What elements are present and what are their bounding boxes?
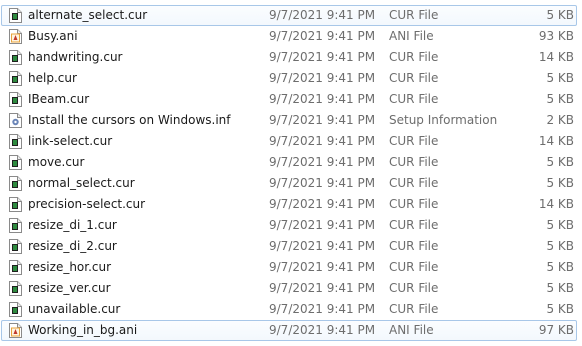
file-date-modified: 9/7/2021 9:41 PM	[269, 113, 376, 127]
file-row[interactable]: help.cur 9/7/2021 9:41 PM CUR File 5 KB	[1, 68, 577, 89]
cursor-file-icon	[9, 197, 22, 212]
file-row[interactable]: precision-select.cur 9/7/2021 9:41 PM CUR …	[1, 194, 577, 215]
file-date-modified: 9/7/2021 9:41 PM	[269, 218, 376, 232]
cursor-file-icon	[9, 239, 22, 254]
file-size: 5 KB	[546, 92, 574, 106]
setup-information-file-icon	[9, 113, 22, 128]
file-name: move.cur	[28, 155, 85, 169]
file-row[interactable]: IBeam.cur 9/7/2021 9:41 PM CUR File 5 KB	[1, 89, 577, 110]
file-name: Install the cursors on Windows.inf	[28, 113, 231, 127]
file-size: 5 KB	[546, 302, 574, 316]
file-name: handwriting.cur	[28, 50, 123, 64]
cursor-file-icon	[9, 260, 22, 275]
cursor-file-icon	[9, 302, 22, 317]
file-date-modified: 9/7/2021 9:41 PM	[269, 260, 376, 274]
file-name: IBeam.cur	[28, 92, 90, 106]
file-date-modified: 9/7/2021 9:41 PM	[269, 92, 376, 106]
file-size: 5 KB	[546, 218, 574, 232]
file-name: resize_di_1.cur	[28, 218, 117, 232]
file-date-modified: 9/7/2021 9:41 PM	[269, 29, 376, 43]
file-size: 2 KB	[546, 113, 574, 127]
file-size: 5 KB	[546, 8, 574, 22]
file-name: normal_select.cur	[28, 176, 135, 190]
file-size: 5 KB	[546, 71, 574, 85]
file-size: 5 KB	[546, 176, 574, 190]
file-date-modified: 9/7/2021 9:41 PM	[269, 71, 376, 85]
file-size: 14 KB	[538, 197, 574, 211]
file-row[interactable]: resize_di_1.cur 9/7/2021 9:41 PM CUR File 5…	[1, 215, 577, 236]
file-row[interactable]: unavailable.cur 9/7/2021 9:41 PM CUR File 5…	[1, 299, 577, 320]
file-row[interactable]: handwriting.cur 9/7/2021 9:41 PM CUR File 1…	[1, 47, 577, 68]
file-row[interactable]: resize_hor.cur 9/7/2021 9:41 PM CUR File 5 …	[1, 257, 577, 278]
file-name: precision-select.cur	[28, 197, 146, 211]
cursor-file-icon	[9, 281, 22, 296]
file-date-modified: 9/7/2021 9:41 PM	[269, 323, 376, 337]
cursor-file-icon	[9, 8, 22, 23]
file-name: resize_di_2.cur	[28, 239, 117, 253]
file-row[interactable]: resize_ver.cur 9/7/2021 9:41 PM CUR File 5 …	[1, 278, 577, 299]
file-size: 5 KB	[546, 155, 574, 169]
cursor-file-icon	[9, 71, 22, 86]
file-name: resize_hor.cur	[28, 260, 112, 274]
file-date-modified: 9/7/2021 9:41 PM	[269, 176, 376, 190]
file-date-modified: 9/7/2021 9:41 PM	[269, 197, 376, 211]
file-date-modified: 9/7/2021 9:41 PM	[269, 239, 376, 253]
file-date-modified: 9/7/2021 9:41 PM	[269, 302, 376, 316]
file-row[interactable]: alternate_select.cur 9/7/2021 9:41 PM CUR …	[1, 5, 577, 26]
file-date-modified: 9/7/2021 9:41 PM	[269, 8, 376, 22]
file-size: 5 KB	[546, 239, 574, 253]
file-size: 5 KB	[546, 281, 574, 295]
file-name: Working_in_bg.ani	[28, 323, 138, 337]
file-date-modified: 9/7/2021 9:41 PM	[269, 281, 376, 295]
file-name: alternate_select.cur	[28, 8, 148, 22]
animated-cursor-file-icon	[9, 29, 22, 44]
file-name: resize_ver.cur	[28, 281, 111, 295]
file-name: link-select.cur	[28, 134, 113, 148]
file-list: alternate_select.cur 9/7/2021 9:41 PM CUR …	[0, 0, 582, 346]
file-row[interactable]: resize_di_2.cur 9/7/2021 9:41 PM CUR File 5…	[1, 236, 577, 257]
cursor-file-icon	[9, 218, 22, 233]
file-date-modified: 9/7/2021 9:41 PM	[269, 50, 376, 64]
cursor-file-icon	[9, 92, 22, 107]
file-row[interactable]: Working_in_bg.ani 9/7/2021 9:41 PM ANI Fil…	[1, 320, 577, 341]
file-date-modified: 9/7/2021 9:41 PM	[269, 155, 376, 169]
file-name: help.cur	[28, 71, 77, 85]
file-row[interactable]: Busy.ani 9/7/2021 9:41 PM ANI File 93 KB	[1, 26, 577, 47]
file-size: 14 KB	[538, 134, 574, 148]
file-size: 14 KB	[538, 50, 574, 64]
file-row[interactable]: move.cur 9/7/2021 9:41 PM CUR File 5 KB	[1, 152, 577, 173]
cursor-file-icon	[9, 176, 22, 191]
file-name: unavailable.cur	[28, 302, 121, 316]
file-row[interactable]: normal_select.cur 9/7/2021 9:41 PM CUR Fil…	[1, 173, 577, 194]
cursor-file-icon	[9, 155, 22, 170]
file-date-modified: 9/7/2021 9:41 PM	[269, 134, 376, 148]
file-size: 97 KB	[538, 323, 574, 337]
file-size: 93 KB	[538, 29, 574, 43]
file-name: Busy.ani	[28, 29, 78, 43]
animated-cursor-file-icon	[9, 323, 22, 338]
cursor-file-icon	[9, 134, 22, 149]
cursor-file-icon	[9, 50, 22, 65]
file-size: 5 KB	[546, 260, 574, 274]
file-row[interactable]: Install the cursors on Windows.inf 9/7/20…	[1, 110, 577, 131]
file-row[interactable]: link-select.cur 9/7/2021 9:41 PM CUR File 1…	[1, 131, 577, 152]
